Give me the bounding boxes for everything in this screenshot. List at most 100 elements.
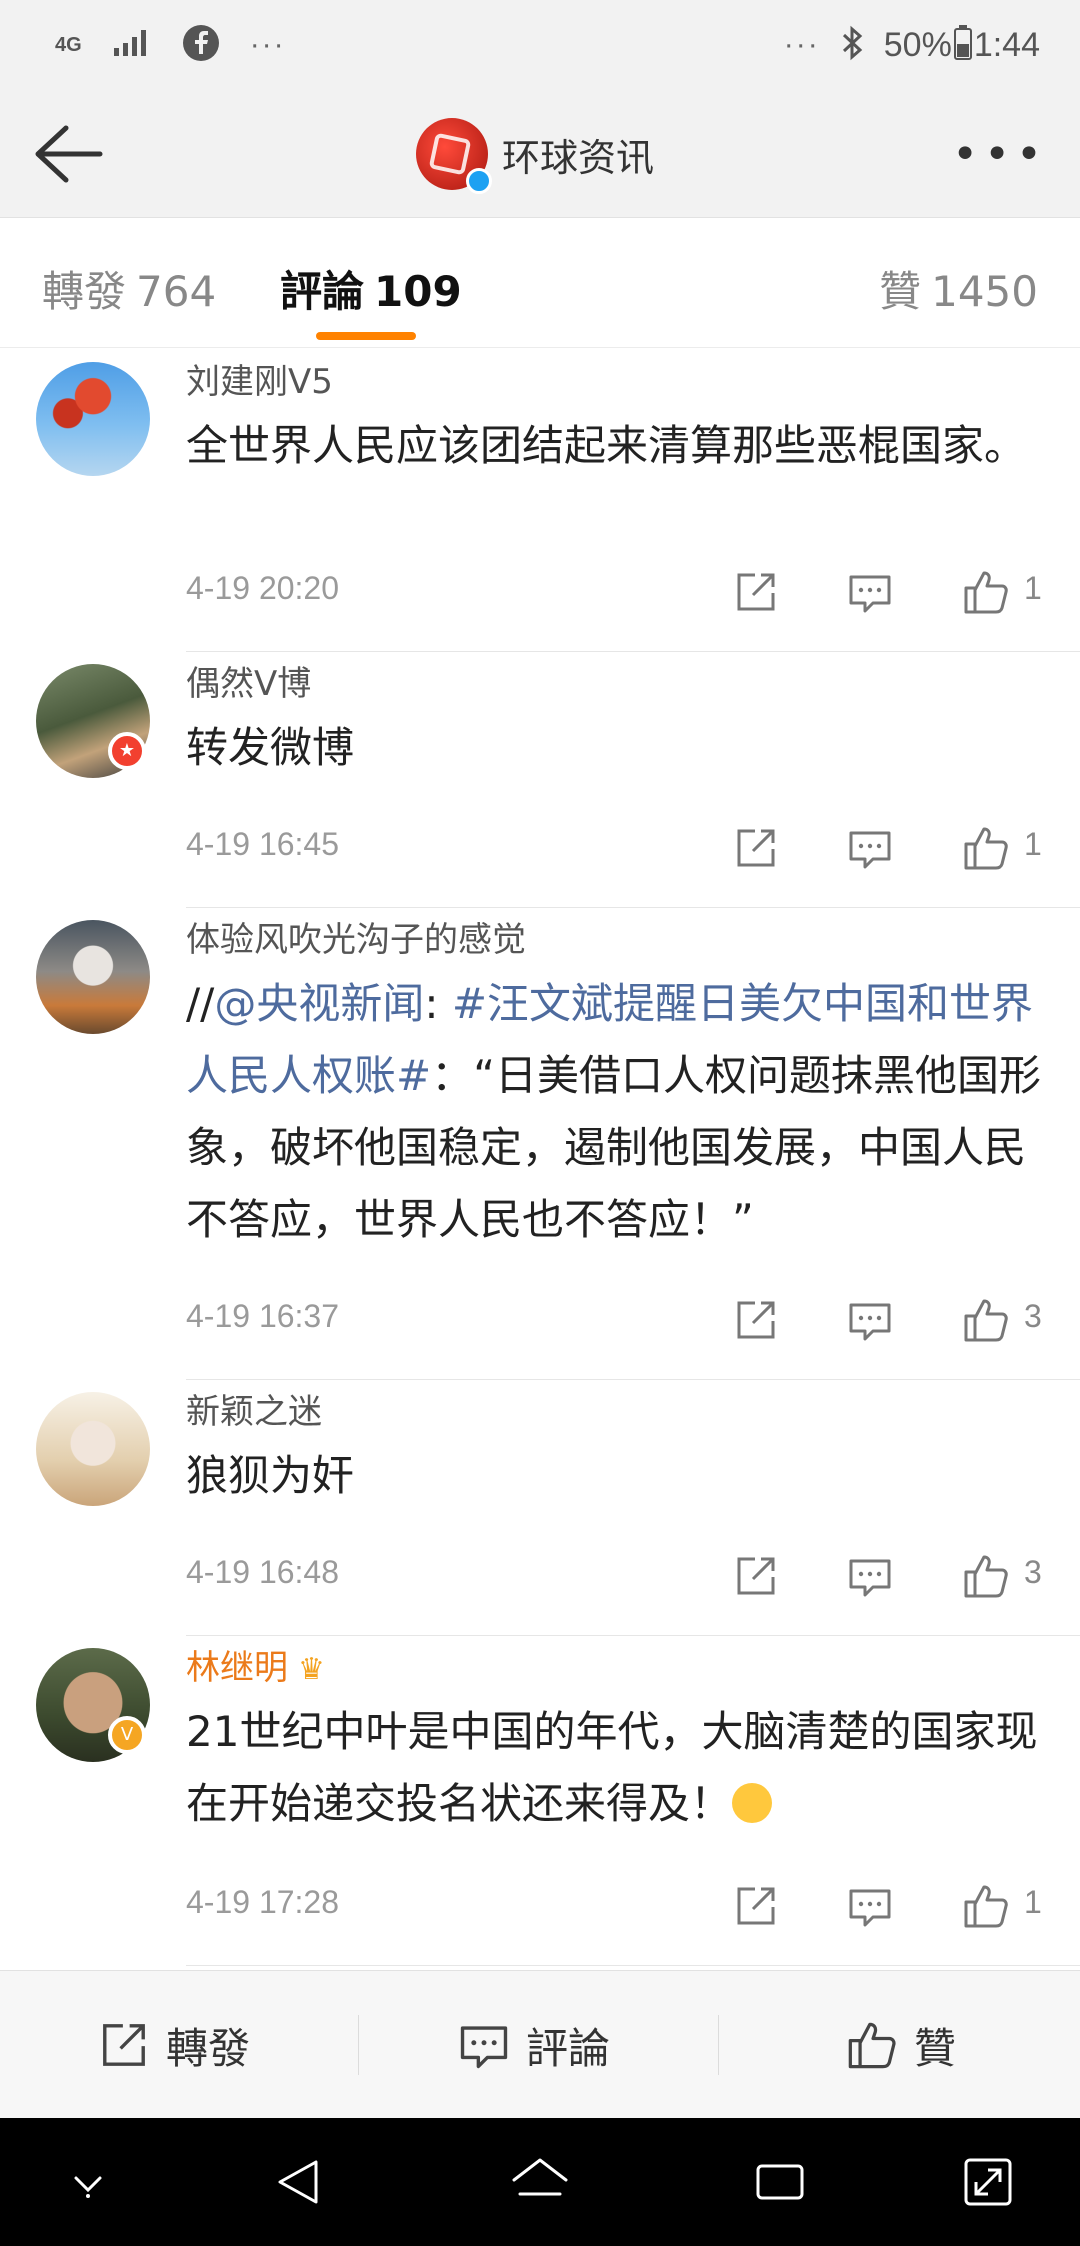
verified-badge-icon: V [108,1716,146,1754]
account-title[interactable]: 环球资讯 [416,114,654,194]
divider [718,2015,719,2075]
divider [186,1965,1080,1966]
battery-icon [953,24,972,66]
reply-button[interactable] [840,1546,900,1606]
nav-back-button[interactable] [266,2148,334,2216]
avatar[interactable] [36,362,150,476]
back-button[interactable] [28,120,108,188]
nav-home-button[interactable] [506,2148,574,2216]
like-button[interactable] [956,1876,1016,1936]
status-bar: 4G ··· ··· 50% 1:44 [0,0,1080,90]
comment-text: 全世界人民应该团结起来清算那些恶棍国家。 [186,421,1027,470]
comment-meta: 4-19 16:45 1 [186,818,1080,878]
share-icon [737,1557,775,1595]
comment-time: 4-19 20:20 [186,570,340,606]
like-button[interactable] [956,1290,1016,1350]
share-icon [737,1887,775,1925]
comment-time: 4-19 17:28 [186,1884,340,1920]
comment-icon [849,575,891,613]
like-count: 1 [1024,826,1042,862]
share-button[interactable] [726,562,786,622]
back-triangle-icon [278,2160,318,2204]
repost-button[interactable]: 轉發 [98,1971,250,2119]
share-button[interactable] [726,1876,786,1936]
like-count: 3 [1024,1554,1042,1590]
share-button[interactable] [726,1290,786,1350]
share-button[interactable] [726,818,786,878]
member-badge-icon: ★ [108,732,146,770]
comment-icon [849,1559,891,1597]
thumbs-up-icon [848,2022,896,2069]
like-button[interactable] [956,562,1016,622]
post-action-bar: 轉發 評論 贊 [0,1970,1080,2118]
signal-icon [112,28,152,63]
like-count: 3 [1024,1298,1042,1334]
thumbs-up-icon [964,827,1008,870]
like-button[interactable] [956,1546,1016,1606]
tab-bar: 轉發 764 評論 109 贊 1450 [0,218,1080,348]
comment-username[interactable]: 新颖之迷 [186,1390,322,1434]
clock: 1:44 [973,25,1040,64]
nav-fullscreen-button[interactable] [954,2148,1022,2216]
comment-text: 狼狈为奸 [186,1451,355,1500]
comment-username[interactable]: 林继明 ♛ [186,1646,325,1692]
thumbs-up-icon [964,1555,1008,1598]
tab-reposts[interactable]: 轉發 764 [42,258,216,319]
share-icon [737,1301,775,1339]
like-count: 1 [1024,570,1042,606]
avatar[interactable] [36,1392,150,1506]
more-options-button[interactable]: ••• [952,130,1048,180]
comment-item: 体验风吹光沟子的感觉 //@央视新闻: #汪文斌提醒日美欠中国和世界人民人权账#… [0,908,1080,1380]
comment-item: 刘建刚V5 全世界人民应该团结起来清算那些恶棍国家。 4-19 20:20 1 [0,350,1080,652]
comment-item: ★ 偶然V博 转发微博 4-19 16:45 1 [0,652,1080,908]
account-avatar [416,118,492,194]
comment-meta: 4-19 20:20 1 [186,562,1080,622]
comment-username[interactable]: 偶然V博 [186,662,311,706]
chevron-down-icon [74,2176,102,2198]
comment-text: //@央视新闻: #汪文斌提醒日美欠中国和世界人民人权账#：“日美借口人权问题抹… [186,979,1041,1244]
hide-keyboard-button[interactable] [54,2148,122,2216]
reply-button[interactable] [840,562,900,622]
comment-icon [849,831,891,869]
recents-icon [756,2164,804,2200]
comment-time: 4-19 16:45 [186,826,340,862]
thumbs-up-icon [964,1299,1008,1342]
comment-username[interactable]: 体验风吹光沟子的感觉 [186,918,526,962]
comment-icon [460,2026,508,2069]
avatar[interactable] [36,920,150,1034]
mention-link[interactable]: @央视新闻 [214,979,424,1028]
thumbs-up-icon [964,571,1008,614]
thumbs-up-icon [964,1885,1008,1928]
comment-meta: 4-19 16:48 3 [186,1546,1080,1606]
share-icon [103,2024,145,2066]
system-navigation-bar [0,2118,1080,2246]
tab-likes[interactable]: 贊 1450 [879,258,1038,319]
divider [358,2015,359,2075]
tab-comments[interactable]: 評論 109 [280,258,462,319]
comment-text: 转发微博 [186,723,355,772]
reply-button[interactable] [840,1876,900,1936]
home-icon [512,2158,568,2196]
comment-list: 刘建刚V5 全世界人民应该团结起来清算那些恶棍国家。 4-19 20:20 1 … [0,350,1080,1966]
comment-meta: 4-19 17:28 1 [186,1876,1080,1936]
comment-text: 21世纪中叶是中国的年代，大脑清楚的国家现在开始递交投名状还来得及！ [186,1707,1038,1828]
share-icon [737,829,775,867]
like-count: 1 [1024,1884,1042,1920]
comment-item: V 林继明 ♛ 21世纪中叶是中国的年代，大脑清楚的国家现在开始递交投名状还来得及… [0,1636,1080,1966]
comment-button[interactable]: 評論 [458,1971,610,2119]
comment-time: 4-19 16:37 [186,1298,340,1334]
comment-icon [849,1303,891,1341]
like-post-button[interactable]: 贊 [846,1971,956,2119]
reply-button[interactable] [840,1290,900,1350]
share-button[interactable] [726,1546,786,1606]
like-button[interactable] [956,818,1016,878]
nav-recents-button[interactable] [746,2148,814,2216]
emoji-icon [732,1782,773,1823]
comment-username[interactable]: 刘建刚V5 [186,360,333,404]
expand-icon [964,2158,1012,2206]
facebook-icon [182,24,220,67]
verified-badge-icon [466,168,492,194]
status-more: ··· [783,28,820,61]
bluetooth-icon [840,25,864,66]
reply-button[interactable] [840,818,900,878]
